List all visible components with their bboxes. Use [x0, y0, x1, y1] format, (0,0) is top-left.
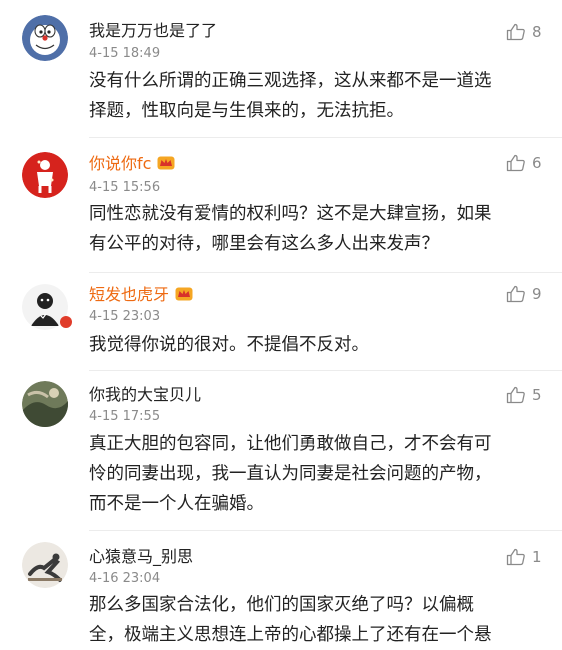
comment-text: 我觉得你说的很对。不提倡不反对。	[89, 330, 529, 360]
comment-line: 全，极端主义思想连上帝的心都操上了还有在一个悬	[89, 625, 492, 645]
thumbs-up-icon	[506, 548, 525, 566]
like-button[interactable]: 8	[506, 22, 542, 42]
like-count: 8	[532, 23, 542, 41]
username[interactable]: 心猿意马_别思	[89, 547, 193, 567]
comment-line: 而不是一个人在骗婚。	[89, 494, 264, 514]
avatar[interactable]	[22, 542, 68, 588]
pose-avatar-icon	[22, 542, 68, 588]
comment-line: 那么多国家合法化，他们的国家灭绝了吗？以偏概	[89, 595, 474, 615]
like-button[interactable]: 5	[506, 385, 542, 405]
comment-text: 那么多国家合法化，他们的国家灭绝了吗？以偏概 全，极端主义思想连上帝的心都操上了…	[89, 590, 529, 650]
thumbs-up-icon	[506, 285, 525, 303]
like-count: 6	[532, 154, 542, 172]
timestamp: 4-15 23:03	[89, 309, 161, 324]
username[interactable]: 你说你fc	[89, 154, 175, 174]
comment-list: 我是万万也是了了 4-15 18:49 8 没有什么所谓的正确三观选择，这从来都…	[0, 0, 562, 645]
avatar[interactable]	[22, 381, 68, 427]
divider	[89, 272, 562, 273]
timestamp: 4-15 17:55	[89, 409, 161, 424]
badge-icon	[60, 316, 72, 328]
comment-line: 择题，性取向是与生俱来的，无法抗拒。	[89, 101, 404, 121]
thumbs-up-icon	[506, 23, 525, 41]
timestamp: 4-15 18:49	[89, 46, 161, 61]
comment-text: 真正大胆的包容同，让他们勇敢做自己，才不会有可 怜的同妻出现，我一直认为同妻是社…	[89, 429, 529, 519]
like-button[interactable]: 9	[506, 284, 542, 304]
red-figure-avatar-icon	[22, 152, 68, 198]
timestamp: 4-15 15:56	[89, 180, 161, 195]
avatar[interactable]	[22, 15, 68, 61]
comment-line: 同性恋就没有爱情的权利吗？这不是大肆宣扬，如果	[89, 204, 492, 224]
username[interactable]: 短发也虎牙	[89, 285, 193, 305]
vip-crown-icon	[175, 286, 193, 301]
thumbs-up-icon	[506, 154, 525, 172]
like-count: 5	[532, 386, 542, 404]
timestamp: 4-16 23:04	[89, 571, 161, 586]
divider	[89, 530, 562, 531]
comment-text: 同性恋就没有爱情的权利吗？这不是大肆宣扬，如果 有公平的对待，哪里会有这么多人出…	[89, 199, 529, 259]
divider	[89, 137, 562, 138]
comment-line: 怜的同妻出现，我一直认为同妻是社会问题的产物，	[89, 464, 492, 484]
thumbs-up-icon	[506, 386, 525, 404]
like-button[interactable]: 6	[506, 153, 542, 173]
like-count: 9	[532, 285, 542, 303]
username[interactable]: 我是万万也是了了	[89, 21, 217, 41]
divider	[89, 370, 562, 371]
avatar[interactable]	[22, 152, 68, 198]
comment-text: 没有什么所谓的正确三观选择，这从来都不是一道选 择题，性取向是与生俱来的，无法抗…	[89, 66, 529, 126]
comment-line: 真正大胆的包容同，让他们勇敢做自己，才不会有可	[89, 434, 492, 454]
comment-line: 没有什么所谓的正确三观选择，这从来都不是一道选	[89, 71, 492, 91]
vip-crown-icon	[157, 155, 175, 170]
username[interactable]: 你我的大宝贝儿	[89, 385, 201, 405]
doraemon-avatar-icon	[22, 15, 68, 61]
comment-line: 我觉得你说的很对。不提倡不反对。	[89, 335, 369, 355]
comment-line: 有公平的对待，哪里会有这么多人出来发声？	[89, 234, 439, 254]
like-button[interactable]: 1	[506, 547, 542, 567]
scenery-avatar-icon	[22, 381, 68, 427]
like-count: 1	[532, 548, 542, 566]
